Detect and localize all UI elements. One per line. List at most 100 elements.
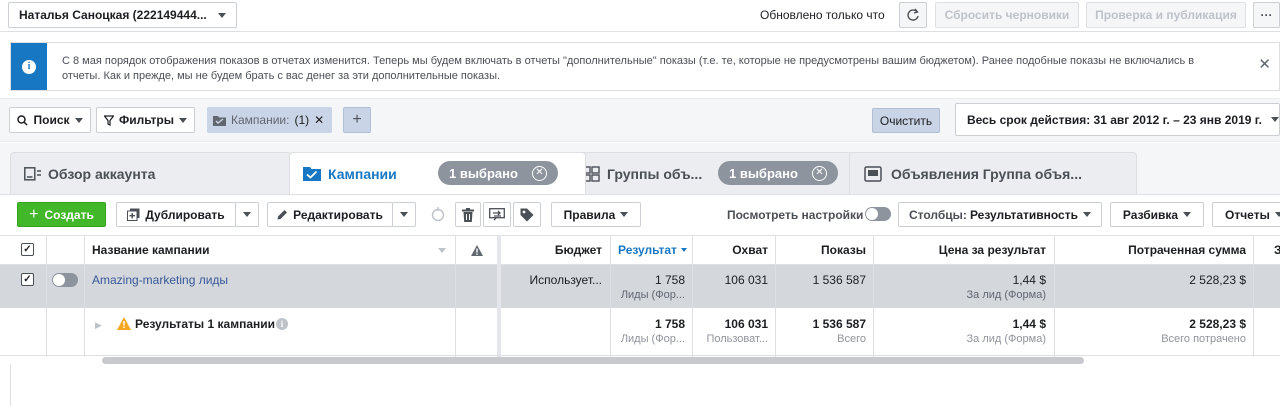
header-impressions[interactable]: Показы	[776, 235, 866, 265]
info-icon[interactable]: i	[276, 318, 288, 330]
filters-button[interactable]: Фильтры	[96, 107, 195, 133]
search-icon	[17, 114, 29, 126]
badge-label: 1 выбрано	[449, 165, 518, 181]
header-amount-spent[interactable]: Потраченная сумма	[1055, 235, 1246, 265]
restore-icon[interactable]	[430, 206, 446, 222]
chevron-down-icon	[620, 212, 629, 217]
row-checkbox[interactable]: ✓	[21, 273, 34, 286]
reports-button[interactable]: Отчеты	[1212, 202, 1280, 227]
ab-test-button[interactable]	[483, 202, 511, 227]
chevron-down-icon	[1183, 212, 1192, 217]
edit-label: Редактировать	[293, 207, 383, 222]
rules-button[interactable]: Правила	[551, 202, 641, 227]
edit-dropdown[interactable]	[392, 202, 416, 227]
date-range-selector[interactable]: Весь срок действия: 31 авг 2012 г. – 23 …	[955, 103, 1280, 136]
totals-amount-spent: 2 528,23 $	[1189, 317, 1246, 331]
header-budget[interactable]: Бюджет	[502, 235, 602, 265]
column-divider	[46, 235, 47, 357]
header-results-label: Результат	[618, 243, 677, 257]
pencil-icon	[277, 210, 288, 220]
search-button[interactable]: Поиск	[9, 107, 91, 133]
totals-cost-per-result: 1,44 $	[1012, 317, 1046, 331]
duplicate-dropdown[interactable]	[235, 202, 259, 227]
header-results[interactable]: Результат	[611, 235, 687, 265]
column-divider	[84, 235, 85, 357]
tab-ads[interactable]: Объявления Группа объя...	[849, 152, 1137, 194]
tags-button[interactable]	[513, 202, 541, 227]
horizontal-scrollbar[interactable]	[102, 357, 1084, 364]
header-delivery-warning[interactable]	[456, 235, 498, 265]
delete-button[interactable]	[455, 202, 481, 227]
filter-icon	[103, 114, 114, 126]
refresh-icon	[907, 8, 919, 21]
review-publish-button[interactable]: Проверка и публикация	[1086, 2, 1246, 28]
totals-impressions-sub: Всего	[837, 333, 866, 345]
add-filter-button[interactable]: +	[343, 107, 371, 133]
campaign-filter-chip[interactable]: Кампании: (1) ✕	[207, 107, 332, 133]
tab-label: Объявления Группа объя...	[891, 165, 1082, 182]
close-icon[interactable]: ✕	[1258, 55, 1271, 73]
chip-label: Кампании:	[231, 113, 290, 127]
more-button[interactable]: ···	[1253, 2, 1280, 28]
campaign-name-link[interactable]: Amazing-marketing лиды	[92, 273, 228, 287]
edit-button[interactable]: Редактировать	[267, 202, 393, 227]
totals-reach-sub: Пользоват...	[706, 333, 768, 345]
badge-label: 1 выбрано	[729, 165, 798, 181]
chevron-down-icon	[400, 212, 408, 217]
info-banner: i С 8 мая порядок отображения показов в …	[10, 42, 1280, 91]
table-bottom-border	[0, 355, 1280, 356]
cost-per-result-cell: 1,44 $	[1012, 273, 1046, 287]
budget-cell: Использует...	[529, 273, 602, 287]
columns-label: Столбцы:	[909, 207, 967, 222]
clear-selection-icon[interactable]: ✕	[811, 165, 827, 181]
results-sub: Лиды (Фор...	[620, 289, 685, 301]
account-name: Наталья Саноцкая (222149444...	[19, 8, 207, 22]
chevron-down-icon	[74, 117, 83, 123]
left-edge-border	[10, 364, 11, 406]
clear-button[interactable]: Очистить	[872, 108, 940, 133]
header-name[interactable]: Название кампании	[92, 235, 452, 265]
clear-selection-icon[interactable]: ✕	[531, 165, 547, 181]
columns-button[interactable]: Столбцы: Результативность	[898, 202, 1102, 227]
tab-account-overview[interactable]: Обзор аккаунта	[10, 152, 292, 194]
totals-amount-sub: Всего потрачено	[1161, 333, 1246, 345]
cost-per-result-sub: За лид (Форма)	[966, 289, 1046, 301]
expand-chevron-icon[interactable]: ▶	[95, 320, 102, 331]
tab-label: Группы объ...	[607, 165, 703, 182]
banner-stripe: i	[11, 43, 47, 90]
totals-label: Результаты 1 кампании	[135, 317, 276, 331]
create-button[interactable]: + Создать	[17, 202, 106, 227]
header-cost-per-result[interactable]: Цена за результат	[874, 235, 1046, 265]
chip-value: (1)	[294, 113, 310, 127]
select-all-checkbox[interactable]: ✓	[21, 243, 34, 256]
ab-test-icon	[489, 207, 505, 220]
plus-icon: +	[29, 205, 39, 223]
header-extra[interactable]: З	[1274, 235, 1280, 265]
view-settings-toggle[interactable]	[865, 207, 891, 221]
selected-badge-adsets[interactable]: 1 выбрано ✕	[718, 161, 838, 185]
refresh-button[interactable]	[899, 2, 927, 28]
account-selector[interactable]: Наталья Саноцкая (222149444...	[8, 2, 237, 28]
breakdown-label: Разбивка	[1122, 207, 1179, 222]
totals-results-sub: Лиды (Фор...	[620, 333, 685, 345]
sort-desc-icon	[680, 248, 687, 252]
warning-icon	[117, 317, 131, 333]
ad-preview-icon	[864, 165, 882, 182]
totals-cost-sub: За лид (Форма)	[966, 333, 1046, 345]
chevron-down-icon	[438, 247, 446, 253]
chevron-down-icon	[1270, 117, 1279, 122]
breakdown-button[interactable]: Разбивка	[1110, 202, 1204, 227]
header-reach[interactable]: Охват	[693, 235, 768, 265]
chevron-down-icon	[1082, 212, 1091, 217]
column-divider	[1253, 235, 1254, 357]
chevron-down-icon	[179, 117, 188, 123]
selected-badge-campaigns[interactable]: 1 выбрано ✕	[438, 161, 558, 185]
discard-drafts-button[interactable]: Сбросить черновики	[935, 2, 1079, 28]
totals-reach: 106 031	[724, 317, 768, 331]
campaign-folder-icon	[213, 115, 226, 126]
chip-close-icon[interactable]: ✕	[314, 113, 324, 127]
warning-icon	[471, 244, 483, 256]
campaign-toggle[interactable]	[52, 273, 78, 287]
view-settings-label: Посмотреть настройки	[727, 208, 864, 222]
duplicate-button[interactable]: Дублировать	[116, 202, 236, 227]
